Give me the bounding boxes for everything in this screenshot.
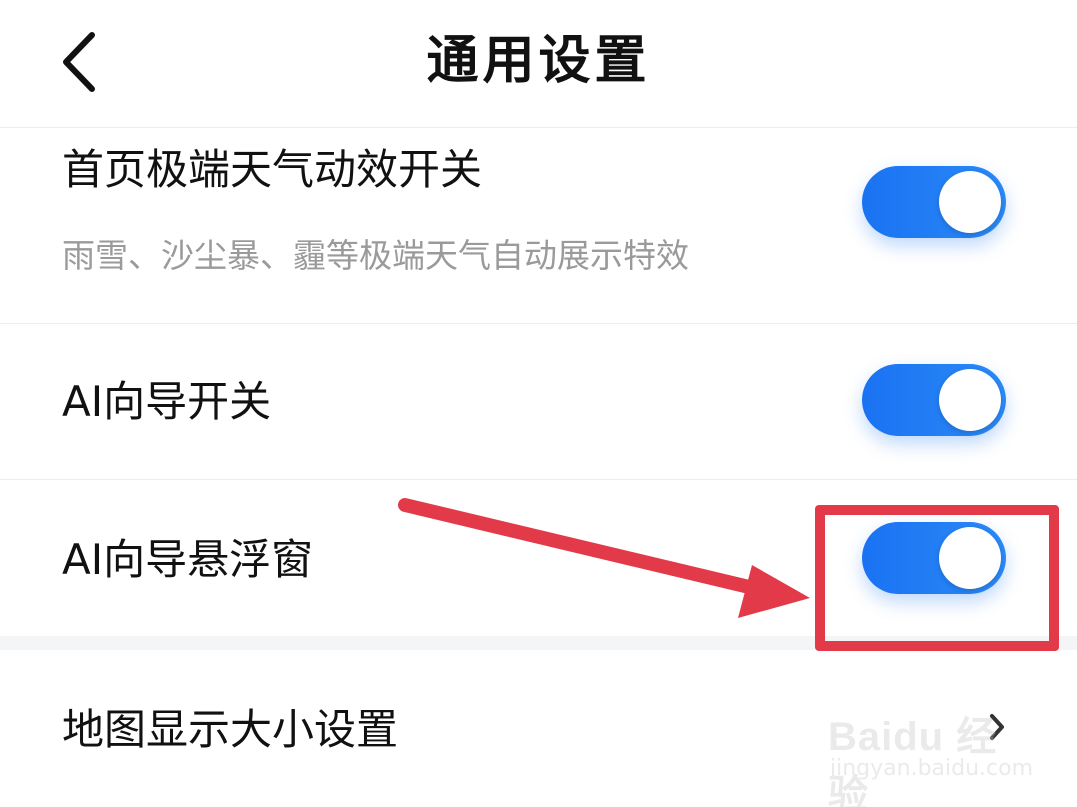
setting-row-map-size[interactable]: 地图显示大小设置 (0, 650, 1077, 807)
setting-label: 地图显示大小设置 (62, 705, 399, 754)
toggle-knob (939, 527, 1001, 589)
setting-description: 雨雪、沙尘暴、霾等极端天气自动展示特效 (62, 236, 689, 275)
extreme-weather-toggle[interactable] (862, 166, 1006, 238)
settings-screen: 通用设置 首页极端天气动效开关 雨雪、沙尘暴、霾等极端天气自动展示特效 AI向导… (0, 0, 1077, 807)
toggle-knob (939, 171, 1001, 233)
setting-row-ai-guide: AI向导开关 (0, 324, 1077, 480)
setting-label: AI向导悬浮窗 (62, 535, 314, 584)
setting-row-ai-float: AI向导悬浮窗 (0, 480, 1077, 636)
page-title: 通用设置 (426, 31, 651, 91)
ai-float-toggle[interactable] (862, 522, 1006, 594)
setting-row-extreme-weather: 首页极端天气动效开关 雨雪、沙尘暴、霾等极端天气自动展示特效 (0, 128, 1077, 324)
chevron-right-icon (990, 714, 1004, 740)
setting-label: AI向导开关 (62, 377, 272, 426)
top-bar: 通用设置 (0, 0, 1077, 128)
ai-guide-toggle[interactable] (862, 364, 1006, 436)
section-divider (0, 636, 1077, 650)
setting-label: 首页极端天气动效开关 (62, 145, 483, 194)
toggle-knob (939, 369, 1001, 431)
